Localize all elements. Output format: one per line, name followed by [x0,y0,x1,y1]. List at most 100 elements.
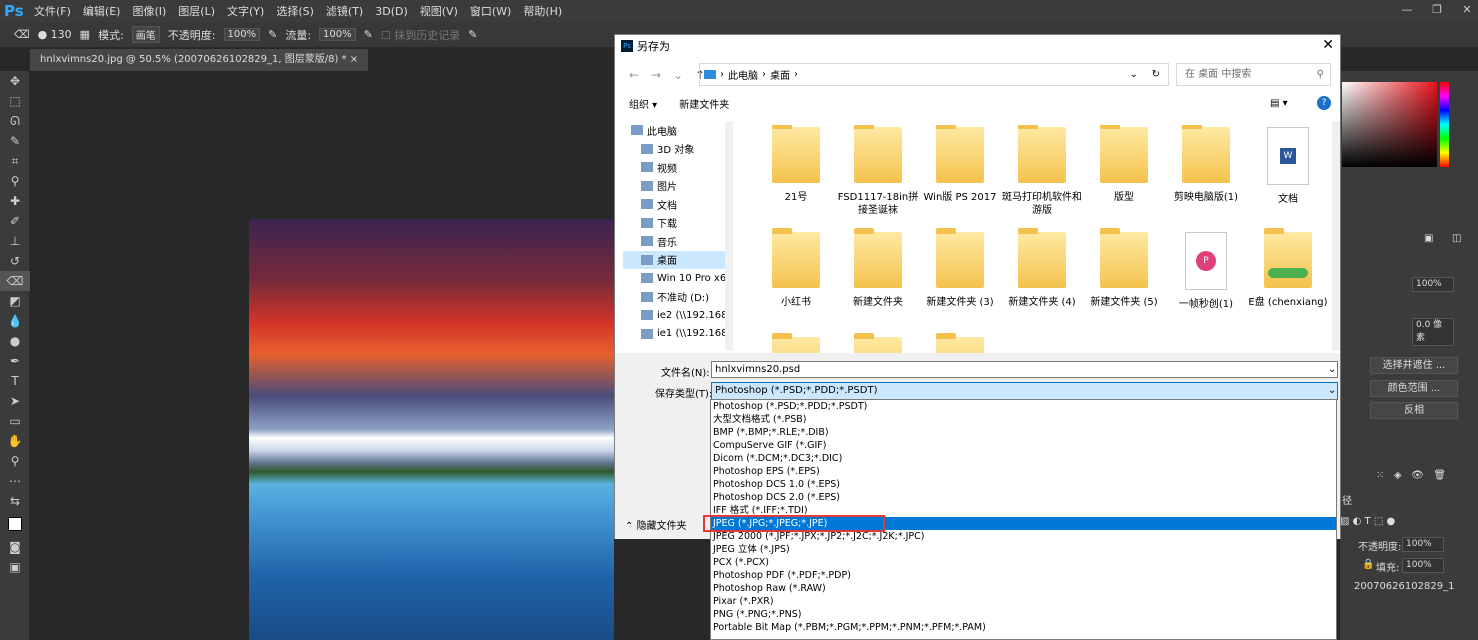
paint-bucket-tool-icon[interactable]: ◩ [0,291,30,311]
recent-dropdown-icon[interactable]: ⌄ [667,68,689,82]
filetype-option[interactable]: PCX (*.PCX) [711,556,1336,569]
file-item[interactable]: 新建文件夹 (5) [1083,228,1165,309]
breadcrumb-this-pc[interactable]: 此电脑 [728,67,758,82]
filetype-option[interactable]: 大型文档格式 (*.PSB) [711,413,1336,426]
filename-input[interactable]: hnlxvimns20.psd [711,361,1338,378]
file-item[interactable]: 新建文件夹 (3) [919,228,1001,309]
file-item[interactable]: 版型 [1083,125,1165,204]
dodge-tool-icon[interactable]: ● [0,331,30,351]
menu-select[interactable]: 选择(S) [270,3,320,19]
layer-filter-icons[interactable]: ▨ ◐ T ⬚ ● [1340,516,1395,527]
density-field[interactable]: 100% [1412,277,1454,292]
mask-icon[interactable]: ▣ [1424,233,1433,244]
pressure-opacity-icon[interactable]: ✎ [268,28,277,41]
new-folder-button[interactable]: 新建文件夹 [679,96,729,111]
pressure-size-icon[interactable]: ✎ [468,28,477,41]
paths-tab[interactable]: 径 [1342,492,1352,507]
document-tab[interactable]: hnlxvimns20.jpg @ 50.5% (20070626102829_… [30,49,369,71]
view-options-icon[interactable]: ▤ ▾ [1270,98,1288,109]
zoom-tool-icon[interactable]: ⚲ [0,451,30,471]
breadcrumb-chevron-icon[interactable]: › [794,69,798,80]
nav-item-ie2[interactable]: ie2 (\\192.168.4 [623,306,727,325]
lock-icon[interactable]: 🔒 [1362,559,1374,570]
fill-field[interactable]: 100% [1402,558,1444,573]
breadcrumb-chevron-icon[interactable]: › [762,69,766,80]
menu-filter[interactable]: 滤镜(T) [320,3,369,19]
nav-item-d-drive[interactable]: 不准动 (D:) [623,288,727,307]
organize-button[interactable]: 组织 ▾ [629,96,657,111]
rectangle-tool-icon[interactable]: ▭ [0,411,30,431]
filetype-option[interactable]: JPEG 立体 (*.JPS) [711,543,1336,556]
quick-select-tool-icon[interactable]: ✎ [0,131,30,151]
menu-edit[interactable]: 编辑(E) [77,3,127,19]
erase-to-history-checkbox[interactable]: ☐ 抹到历史记录 [381,27,460,43]
close-window-icon[interactable]: ✕ [1456,0,1478,22]
layer-name[interactable]: 20070626102829_1 [1354,581,1454,592]
filetype-option[interactable]: Photoshop DCS 2.0 (*.EPS) [711,491,1336,504]
color-picker-field[interactable] [1342,82,1437,167]
file-item[interactable] [837,333,919,353]
screen-mode-icon[interactable]: ▣ [0,557,30,577]
filetype-option[interactable]: Portable Bit Map (*.PBM;*.PGM;*.PPM;*.PN… [711,621,1336,634]
breadcrumb-desktop[interactable]: 桌面 [770,67,790,82]
brush-tool-icon[interactable]: ✐ [0,211,30,231]
dialog-close-button[interactable]: ✕ [1322,37,1334,53]
nav-item-3d-objects[interactable]: 3D 对象 [623,140,727,159]
select-and-mask-button[interactable]: 选择并遮住 ... [1370,357,1458,374]
file-item[interactable]: P 一帧秒创(1) [1165,230,1247,311]
file-item[interactable]: 新建文件夹 [837,228,919,309]
file-item[interactable]: 小红书 [755,228,837,309]
file-item[interactable]: 斑马打印机软件和游版 [1001,125,1083,217]
file-item[interactable]: 21号 [755,125,837,204]
pen-tool-icon[interactable]: ✒ [0,351,30,371]
nav-scrollbar[interactable] [725,121,733,351]
search-input[interactable]: 在 桌面 中搜索 ⚲ [1176,63,1331,86]
back-arrow-icon[interactable]: ← [623,68,645,82]
search-icon[interactable]: ⚲ [1317,64,1324,85]
filetype-option[interactable]: Photoshop (*.PSD;*.PDD;*.PSDT) [711,400,1336,413]
more-tools-icon[interactable]: ⋯ [0,471,30,491]
eraser-tool-icon[interactable]: ⌫ [14,28,30,41]
restore-icon[interactable]: ❐ [1426,0,1448,22]
menu-image[interactable]: 图像(I) [126,3,172,19]
refresh-icon[interactable]: ↻ [1152,69,1160,80]
move-tool-icon[interactable]: ✥ [0,71,30,91]
eraser-tool-icon[interactable]: ⌫ [0,271,30,291]
history-brush-tool-icon[interactable]: ↺ [0,251,30,271]
quick-mask-icon[interactable]: ◙ [0,537,30,557]
file-item[interactable]: Win版 PS 2017 [919,125,1001,204]
file-item[interactable]: 剪映电脑版(1) [1165,125,1247,204]
opacity-field[interactable]: 100% [223,28,261,41]
menu-window[interactable]: 窗口(W) [464,3,517,19]
stamp-tool-icon[interactable]: ⊥ [0,231,30,251]
color-swatches-icon[interactable] [0,511,30,537]
breadcrumb-chevron-icon[interactable]: › [720,69,724,80]
eyedropper-tool-icon[interactable]: ⚲ [0,171,30,191]
mode-select[interactable]: 画笔 [131,26,160,43]
layer-opacity-field[interactable]: 100% [1402,537,1444,552]
filetype-dropdown-icon[interactable]: ⌄ [1328,385,1336,396]
close-tab-icon[interactable]: × [350,54,358,65]
forward-arrow-icon[interactable]: → [645,68,667,82]
swap-colors-icon[interactable]: ⇆ [0,491,30,511]
file-scrollbar[interactable] [1332,121,1340,351]
blur-tool-icon[interactable]: 💧 [0,311,30,331]
menu-view[interactable]: 视图(V) [414,3,464,19]
lasso-tool-icon[interactable]: ᘏ [0,111,30,131]
flow-field[interactable]: 100% [319,28,356,41]
hue-slider[interactable] [1440,82,1449,167]
nav-item-downloads[interactable]: 下载 [623,214,727,233]
path-select-tool-icon[interactable]: ➤ [0,391,30,411]
nav-item-ie1[interactable]: ie1 (\\192.168.4 [623,325,727,344]
minimize-icon[interactable]: — [1396,0,1418,22]
file-item[interactable]: E盘 (chenxiang) [1247,228,1329,309]
feather-field[interactable]: 0.0 像素 [1412,318,1454,346]
airbrush-icon[interactable]: ✎ [364,28,373,41]
nav-item-desktop[interactable]: 桌面 [623,250,727,269]
nav-item-this-pc[interactable]: 此电脑 [623,121,727,140]
nav-item-videos[interactable]: 视频 [623,158,727,177]
menu-help[interactable]: 帮助(H) [517,3,568,19]
file-item[interactable] [919,333,1001,353]
file-item[interactable]: W 文档 [1247,125,1329,206]
crop-tool-icon[interactable]: ⌗ [0,151,30,171]
